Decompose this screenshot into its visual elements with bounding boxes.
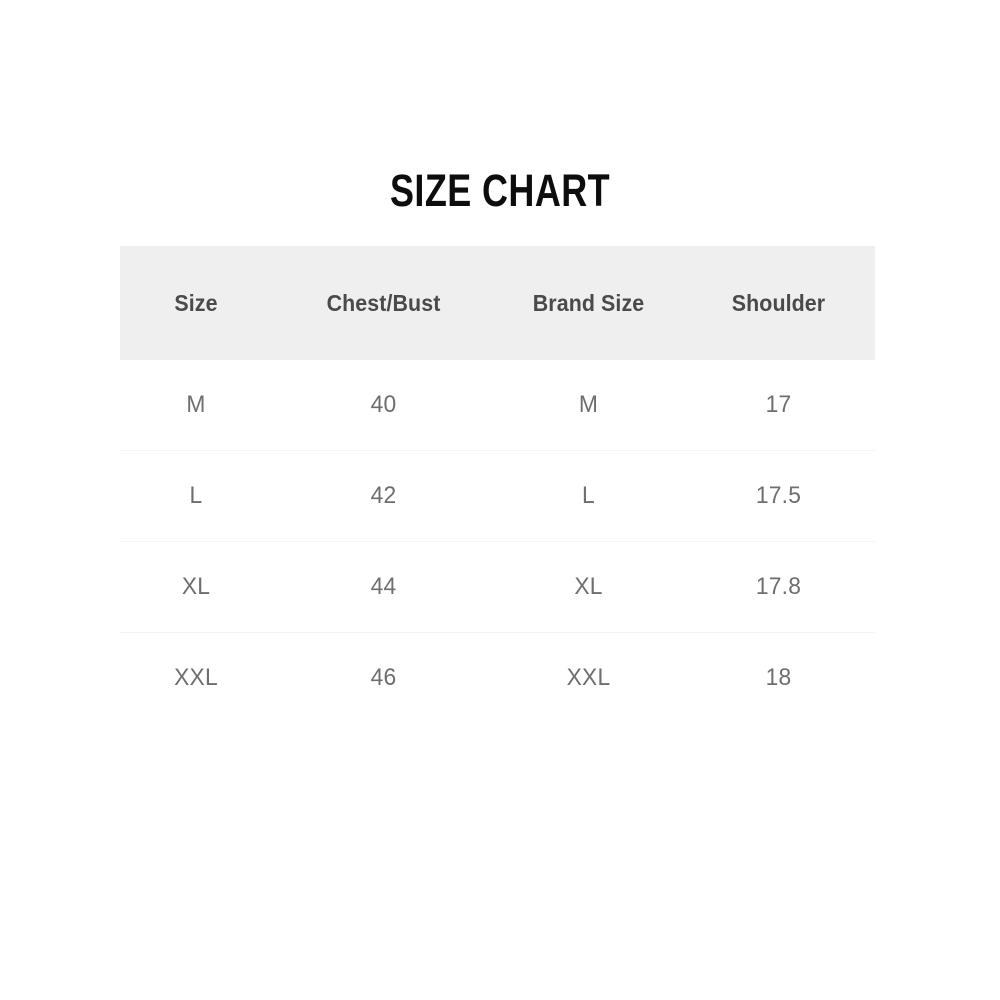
cell-brand-size: M: [578, 391, 599, 418]
size-chart-page: SIZE CHART Size Chest/Bust Brand Size Sh…: [0, 0, 1000, 1000]
column-header-chest-bust: Chest/Bust: [326, 289, 441, 316]
cell-shoulder: 17: [765, 391, 792, 418]
table-header-row: Size Chest/Bust Brand Size Shoulder: [120, 246, 875, 360]
table-row: M 40 M 17: [120, 360, 875, 451]
cell-chest-bust: 46: [277, 632, 490, 723]
cell-chest-bust: 40: [370, 391, 397, 418]
cell-size: XXL: [123, 632, 269, 723]
cell-brand-size: XL: [499, 541, 678, 633]
table-row: XL 44 XL 17.8: [120, 541, 875, 633]
page-title: SIZE CHART: [390, 165, 610, 216]
cell-shoulder: 18: [686, 632, 871, 723]
table-row: L 42 L 17.5: [120, 450, 875, 542]
column-header-shoulder: Shoulder: [731, 289, 826, 316]
table-body: M 40 M 17 L 42 L 17.5 XL 44 XL 17.8 XXL …: [120, 360, 875, 723]
cell-size: M: [186, 391, 206, 418]
table-header: Size Chest/Bust Brand Size Shoulder: [120, 246, 875, 360]
cell-size: L: [123, 450, 269, 542]
cell-shoulder: 17.5: [686, 450, 871, 542]
cell-shoulder: 17.8: [686, 541, 871, 633]
size-chart-table: Size Chest/Bust Brand Size Shoulder M 40…: [120, 246, 875, 723]
column-header-size: Size: [174, 289, 218, 316]
cell-chest-bust: 44: [277, 541, 490, 633]
cell-brand-size: L: [499, 450, 678, 542]
table-row: XXL 46 XXL 18: [120, 632, 875, 723]
cell-chest-bust: 42: [277, 450, 490, 542]
cell-brand-size: XXL: [499, 632, 678, 723]
column-header-brand-size: Brand Size: [532, 289, 645, 316]
cell-size: XL: [123, 541, 269, 633]
